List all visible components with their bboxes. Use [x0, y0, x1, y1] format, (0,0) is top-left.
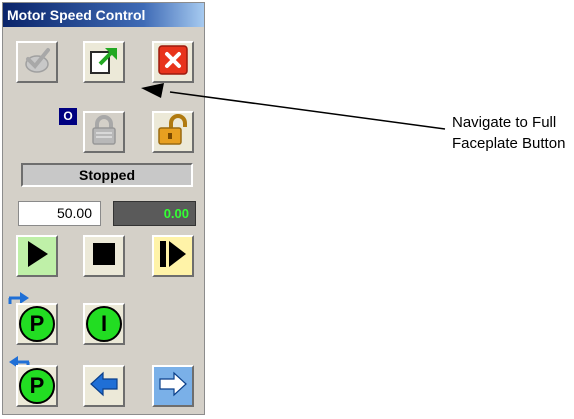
callout-leader-line — [141, 83, 446, 130]
callout-label: Navigate to Full Faceplate Button — [452, 112, 574, 154]
callout-line-1: Navigate to Full — [452, 114, 557, 131]
callout-line-2: Faceplate Button — [452, 135, 566, 152]
